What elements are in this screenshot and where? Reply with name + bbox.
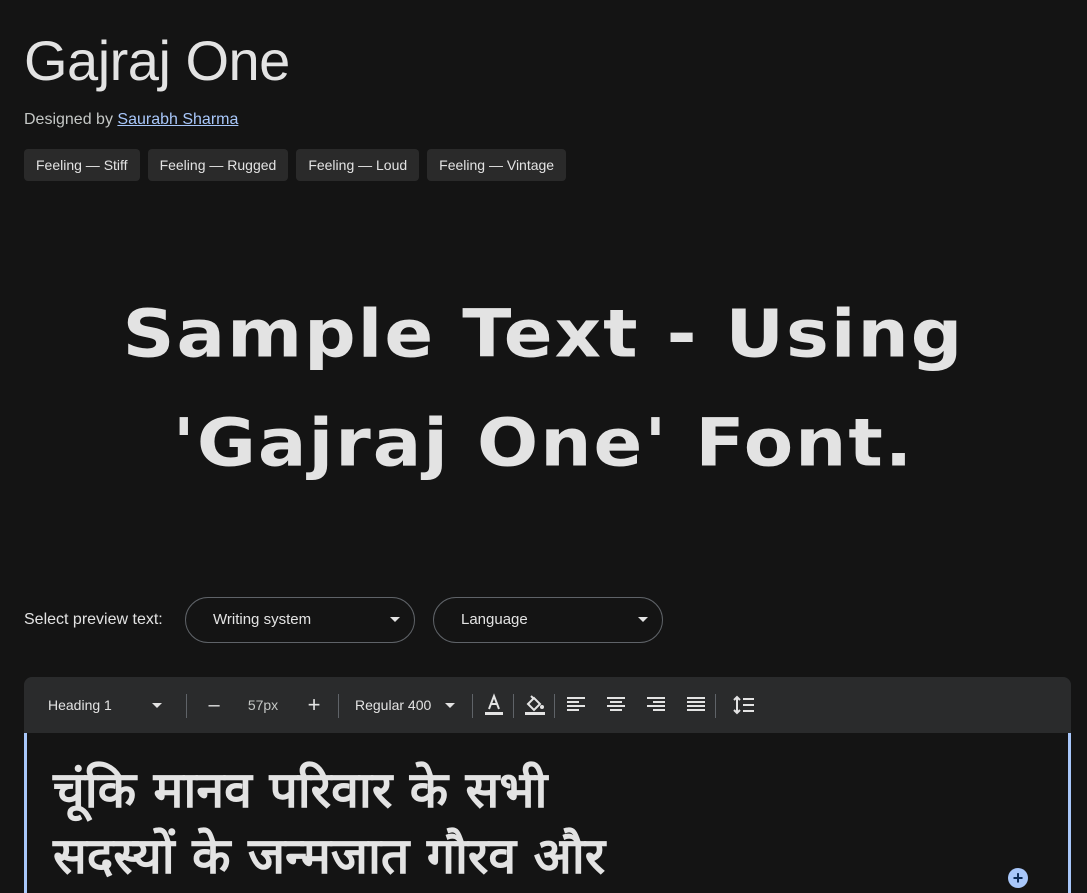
type-tester-editor: Heading 1 – 57px + Regular 400 चूंकि मान…	[24, 677, 1071, 893]
chevron-down-icon	[390, 617, 400, 622]
font-weight-select[interactable]: Regular 400	[355, 677, 465, 733]
designer-credit: Designed by Saurabh Sharma	[24, 110, 238, 130]
editor-text-area[interactable]: चूंकि मानव परिवार के सभी सदस्यों के जन्म…	[24, 733, 1071, 893]
tag-chip-rugged[interactable]: Feeling — Rugged	[147, 149, 289, 181]
tag-list: Feeling — Stiff Feeling — Rugged Feeling…	[24, 149, 567, 181]
chevron-down-icon	[152, 703, 162, 708]
sample-text-line-2: 'Gajraj One' Font.	[172, 403, 915, 481]
tag-chip-vintage[interactable]: Feeling — Vintage	[427, 149, 567, 181]
line-height-icon[interactable]	[732, 693, 756, 717]
tag-chip-stiff[interactable]: Feeling — Stiff	[24, 149, 140, 181]
tag-chip-loud[interactable]: Feeling — Loud	[296, 149, 420, 181]
font-title: Gajraj One	[24, 29, 290, 92]
chevron-down-icon	[445, 703, 455, 708]
text-color-icon[interactable]	[483, 693, 505, 717]
writing-system-dropdown[interactable]: Writing system	[185, 597, 415, 643]
decrease-size-button[interactable]: –	[202, 677, 226, 733]
align-left-icon[interactable]	[565, 693, 587, 717]
toolbar-divider	[338, 694, 339, 718]
align-justify-icon[interactable]	[685, 693, 707, 717]
increase-size-button[interactable]: +	[302, 677, 326, 733]
editor-toolbar: Heading 1 – 57px + Regular 400	[24, 677, 1071, 733]
chevron-down-icon	[638, 617, 648, 622]
toolbar-divider	[554, 694, 555, 718]
writing-system-value: Writing system	[213, 611, 312, 628]
toolbar-divider	[472, 694, 473, 718]
editor-content[interactable]: चूंकि मानव परिवार के सभी सदस्यों के जन्म…	[53, 757, 605, 889]
toolbar-divider	[513, 694, 514, 718]
designed-by-label: Designed by	[24, 111, 113, 128]
add-icon[interactable]: +	[1008, 868, 1028, 888]
designer-link[interactable]: Saurabh Sharma	[117, 111, 238, 128]
language-dropdown[interactable]: Language	[433, 597, 663, 643]
toolbar-divider	[715, 694, 716, 718]
toolbar-divider	[186, 694, 187, 718]
text-style-value: Heading 1	[48, 697, 112, 713]
language-value: Language	[461, 611, 528, 628]
preview-text-label: Select preview text:	[24, 611, 163, 628]
text-style-select[interactable]: Heading 1	[48, 677, 168, 733]
align-center-icon[interactable]	[605, 693, 627, 717]
align-right-icon[interactable]	[645, 693, 667, 717]
editor-line-1: चूंकि मानव परिवार के सभी	[53, 761, 548, 819]
highlight-color-icon[interactable]	[523, 693, 547, 717]
editor-line-2: सदस्यों के जन्मजात गौरव और	[53, 827, 606, 885]
sample-text-preview: Sample Text - Using 'Gajraj One' Font.	[0, 279, 1087, 496]
font-detail-page: Gajraj One Designed by Saurabh Sharma Fe…	[0, 0, 1087, 893]
font-weight-value: Regular 400	[355, 697, 432, 713]
sample-text-line-1: Sample Text - Using	[122, 295, 965, 373]
font-size-value[interactable]: 57px	[242, 677, 284, 733]
